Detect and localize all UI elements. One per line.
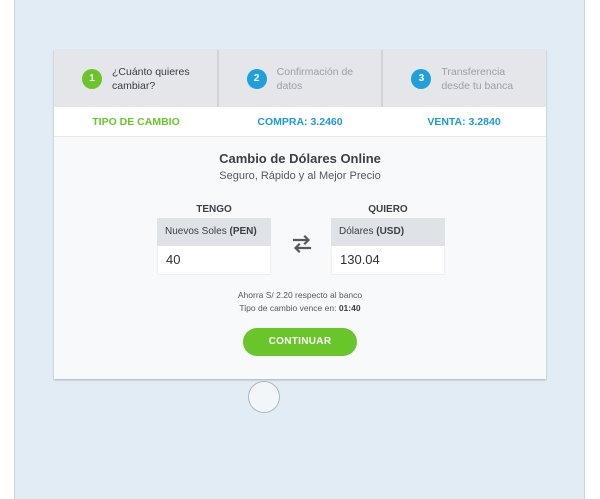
want-currency-selector[interactable]: Dólares (USD) bbox=[331, 218, 445, 246]
expiry-timer: 01:40 bbox=[338, 303, 361, 313]
step-3-number: 3 bbox=[411, 68, 432, 89]
have-amount-input[interactable]: 40 bbox=[157, 246, 271, 275]
rates-bar: TIPO DE CAMBIO COMPRA: 3.2460 VENTA: 3.2… bbox=[54, 107, 546, 137]
step-1: 1 ¿Cuánto quieres cambiar? bbox=[54, 50, 219, 107]
step-1-label: ¿Cuánto quieres cambiar? bbox=[112, 65, 190, 92]
home-button[interactable] bbox=[248, 381, 280, 413]
want-amount-input[interactable]: 130.04 bbox=[331, 246, 445, 275]
want-currency-name: Dólares bbox=[339, 226, 377, 237]
expiry-prefix: Tipo de cambio vence en: bbox=[239, 303, 339, 313]
have-currency-selector[interactable]: Nuevos Soles (PEN) bbox=[157, 218, 271, 246]
exchange-card: 1 ¿Cuánto quieres cambiar? 2 Confirmació… bbox=[54, 50, 546, 379]
step-2: 2 Confirmación de datos bbox=[219, 50, 384, 107]
swap-arrows-icon[interactable] bbox=[290, 232, 314, 256]
step-2-label: Confirmación de datos bbox=[276, 65, 354, 92]
have-box: TENGO Nuevos Soles (PEN) 40 bbox=[157, 204, 271, 275]
step-1-number: 1 bbox=[82, 68, 102, 89]
page-title: Cambio de Dólares Online bbox=[219, 151, 381, 166]
continue-button[interactable]: CONTINUAR bbox=[243, 328, 357, 356]
exchange-rate-label: TIPO DE CAMBIO bbox=[92, 115, 180, 128]
page-subtitle: Seguro, Rápido y al Mejor Precio bbox=[219, 170, 381, 182]
have-currency-name: Nuevos Soles bbox=[165, 226, 230, 237]
have-heading: TENGO bbox=[196, 204, 232, 215]
steps-bar: 1 ¿Cuánto quieres cambiar? 2 Confirmació… bbox=[54, 50, 546, 107]
have-currency-code: (PEN) bbox=[229, 226, 257, 237]
savings-text: Ahorra S/ 2.20 respecto al banco bbox=[237, 290, 363, 300]
sell-rate: VENTA: 3.2840 bbox=[427, 115, 501, 128]
step-3-label: Transferencia desde tu banca bbox=[441, 65, 514, 92]
buy-rate: COMPRA: 3.2460 bbox=[257, 115, 343, 128]
step-3: 3 Transferencia desde tu banca bbox=[383, 50, 546, 107]
want-currency-code: (USD) bbox=[376, 226, 405, 237]
expiry-text: Tipo de cambio vence en: 01:40 bbox=[54, 303, 546, 313]
step-2-number: 2 bbox=[246, 68, 267, 89]
want-heading: QUIERO bbox=[368, 204, 408, 215]
exchange-form: TENGO Nuevos Soles (PEN) 40 QUIERO Dólar… bbox=[157, 204, 445, 275]
want-box: QUIERO Dólares (USD) 130.04 bbox=[331, 204, 445, 275]
